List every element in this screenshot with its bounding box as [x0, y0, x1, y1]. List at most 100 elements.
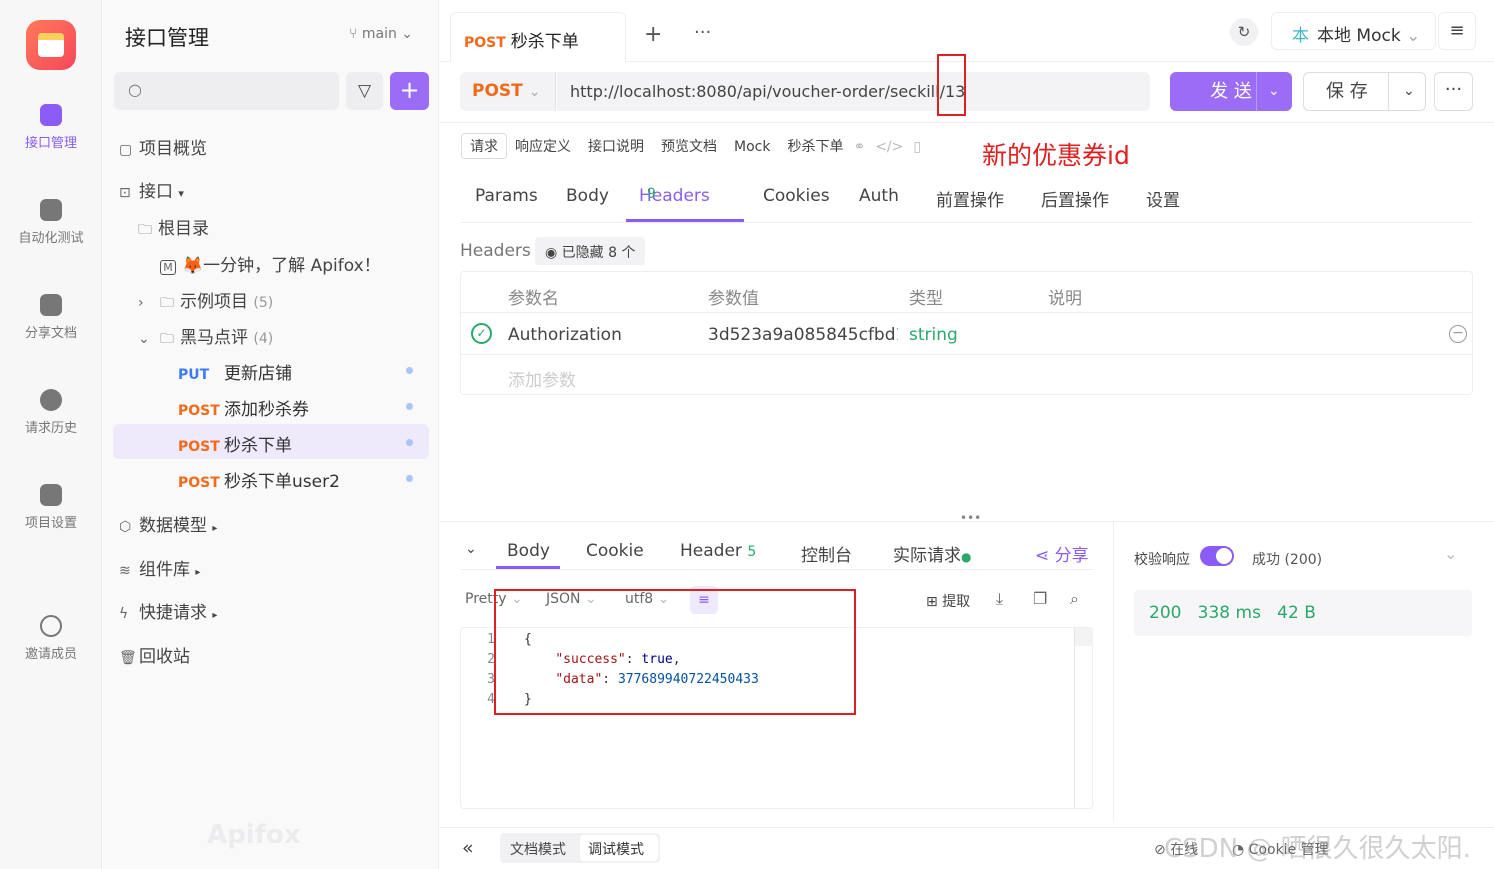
- annotation-box-response: [494, 589, 856, 715]
- subtab-request[interactable]: 请求: [461, 133, 507, 159]
- resp-tab-cookie[interactable]: Cookie: [586, 541, 644, 561]
- status-dot: [406, 439, 413, 446]
- add-param-input[interactable]: 添加参数: [508, 366, 576, 391]
- tree-folder-examples[interactable]: › 🗀 示例项目 (5): [138, 287, 273, 316]
- validate-toggle[interactable]: [1200, 546, 1234, 566]
- caret-icon: ▾: [178, 187, 184, 200]
- share-icon: ⋖: [1035, 546, 1055, 566]
- validate-result[interactable]: 成功 (200): [1252, 549, 1322, 569]
- filter-button[interactable]: ▽: [346, 72, 383, 110]
- filter-icon: ▽: [357, 81, 372, 101]
- tab-cookies[interactable]: Cookies: [763, 186, 830, 206]
- sidebar-title: 接口管理: [125, 26, 209, 50]
- app-logo[interactable]: [26, 20, 76, 70]
- share-button[interactable]: ⋖ 分享: [1035, 541, 1089, 566]
- caret-icon: ▸: [195, 567, 201, 578]
- add-button[interactable]: +: [390, 72, 429, 110]
- folder-icon: 🗀: [160, 331, 174, 347]
- more-button[interactable]: ···: [1434, 72, 1473, 111]
- collapse-icon[interactable]: ⌄: [465, 541, 477, 557]
- history-icon: [40, 389, 62, 411]
- subtab-mock[interactable]: Mock: [734, 139, 770, 155]
- lightning-icon: ϟ: [119, 606, 129, 622]
- resp-tab-header[interactable]: Header 5: [680, 541, 756, 561]
- header-type[interactable]: string: [909, 325, 958, 345]
- rail-item-invite[interactable]: 邀请成员: [0, 615, 102, 662]
- tree-intro-doc[interactable]: M 🦊一分钟，了解 Apifox！: [160, 251, 381, 276]
- subtab-preview[interactable]: 预览文档: [661, 136, 717, 156]
- cube-icon: ⬡: [119, 519, 132, 535]
- api-item[interactable]: POST 秒杀下单user2: [178, 467, 340, 492]
- doc-mode-button[interactable]: 文档模式: [510, 839, 566, 859]
- enabled-checkbox[interactable]: ✓: [471, 323, 492, 344]
- resp-tab-console[interactable]: 控制台: [801, 541, 852, 566]
- chevron-down-icon[interactable]: ⌄: [1444, 544, 1457, 563]
- resp-tab-body[interactable]: Body: [507, 541, 550, 561]
- tree-components[interactable]: ≋ 组件库 ▸: [119, 555, 200, 580]
- branch-selector[interactable]: ⑂ main ⌄: [349, 26, 413, 42]
- rail-item-project-settings[interactable]: 项目设置: [0, 484, 102, 531]
- rail-item-history[interactable]: 请求历史: [0, 389, 102, 436]
- header-name[interactable]: Authorization: [508, 325, 622, 345]
- status-bar: « 文档模式 调试模式 ⊘ 在线 ◔ Cookie 管理 CSDN @ 晒很久很…: [440, 827, 1494, 869]
- env-selector[interactable]: 本本地 Mock ⌄: [1271, 12, 1436, 50]
- doc-subtabs: 请求 响应定义 接口说明 预览文档 Mock 秒杀下单 ⚭ </> ▯: [461, 133, 938, 159]
- tree-overview[interactable]: ▢ 项目概览: [119, 134, 207, 159]
- url-input[interactable]: http://localhost:8080/api/voucher-order/…: [557, 72, 1150, 111]
- tree-folder-heima[interactable]: ⌄ 🗀 黑马点评 (4): [138, 323, 273, 352]
- extract-button[interactable]: ⊞ 提取: [926, 591, 970, 611]
- rail-item-share-doc[interactable]: 分享文档: [0, 294, 102, 341]
- tab-auth[interactable]: Auth: [859, 186, 899, 206]
- more-tabs-icon[interactable]: ···: [694, 22, 711, 43]
- invite-member-icon: [40, 615, 62, 637]
- remove-icon[interactable]: −: [1449, 325, 1467, 343]
- tab-pre-ops[interactable]: 前置操作: [936, 186, 1004, 211]
- chevron-down-icon[interactable]: ⌄: [1403, 73, 1415, 110]
- tree-quick-requests[interactable]: ϟ 快捷请求 ▸: [119, 598, 217, 623]
- rail-item-automation[interactable]: 自动化测试: [0, 199, 102, 246]
- main-panel: POST 秒杀下单 + ··· ↻ 本本地 Mock ⌄ ≡ POST ⌄ htt…: [440, 0, 1494, 869]
- tree-root[interactable]: 🗀 根目录: [138, 214, 209, 243]
- tab-params[interactable]: Params: [475, 186, 538, 206]
- status-dot: [406, 475, 413, 482]
- collapse-sidebar-icon[interactable]: «: [462, 837, 474, 859]
- tree-interfaces[interactable]: ⊡ 接口 ▾: [119, 177, 184, 202]
- panel-icon[interactable]: ▯: [913, 139, 921, 155]
- resp-tab-actual[interactable]: 实际请求●: [893, 541, 971, 566]
- chevron-down-icon: ⌄: [528, 84, 541, 100]
- code-icon[interactable]: </>: [875, 139, 903, 155]
- annotation-text: 新的优惠券id: [982, 141, 1130, 170]
- tab-body[interactable]: Body: [566, 186, 609, 206]
- api-item[interactable]: POST 添加秒杀券: [178, 395, 309, 420]
- header-value[interactable]: 3d523a9a085845cfbd14: [708, 325, 898, 345]
- api-item[interactable]: PUT 更新店铺: [178, 359, 292, 384]
- tab-settings[interactable]: 设置: [1146, 186, 1180, 211]
- rail-item-api-manage[interactable]: 接口管理: [0, 104, 102, 151]
- subtab-api-desc[interactable]: 接口说明: [588, 136, 644, 156]
- subtab-response-def[interactable]: 响应定义: [515, 136, 571, 156]
- layers-icon: ≋: [119, 563, 131, 579]
- copy-icon[interactable]: ❐: [1033, 589, 1047, 608]
- apifox-watermark: Apifox: [207, 820, 301, 850]
- menu-icon[interactable]: ≡: [1438, 12, 1476, 50]
- search-input[interactable]: ○: [114, 72, 339, 110]
- col-name: 参数名: [508, 289, 559, 309]
- tab-seckill-order[interactable]: POST 秒杀下单: [450, 12, 626, 62]
- method-select[interactable]: POST ⌄: [460, 72, 556, 111]
- api-item-selected[interactable]: POST 秒杀下单: [178, 431, 292, 456]
- debug-mode-button[interactable]: 调试模式: [580, 835, 658, 861]
- trash-icon: 🗑: [119, 650, 137, 666]
- refresh-icon[interactable]: ↻: [1230, 18, 1258, 46]
- tree-trash[interactable]: 🗑 回收站: [119, 642, 190, 667]
- download-icon[interactable]: ⤓: [996, 589, 1003, 609]
- chevron-down-icon: ⌄: [1406, 26, 1421, 46]
- tab-post-ops[interactable]: 后置操作: [1041, 186, 1109, 211]
- hidden-headers-toggle[interactable]: ◉ 已隐藏 8 个: [535, 237, 646, 265]
- send-button[interactable]: 发 送 ⌄: [1170, 72, 1292, 111]
- new-tab-icon[interactable]: +: [644, 22, 662, 47]
- search-icon[interactable]: ⌕: [1070, 589, 1079, 609]
- save-button[interactable]: 保 存 ⌄: [1303, 72, 1426, 111]
- chevron-down-icon[interactable]: ⌄: [1268, 72, 1280, 111]
- tree-data-models[interactable]: ⬡ 数据模型 ▸: [119, 511, 217, 536]
- link-icon[interactable]: ⚭: [853, 139, 865, 155]
